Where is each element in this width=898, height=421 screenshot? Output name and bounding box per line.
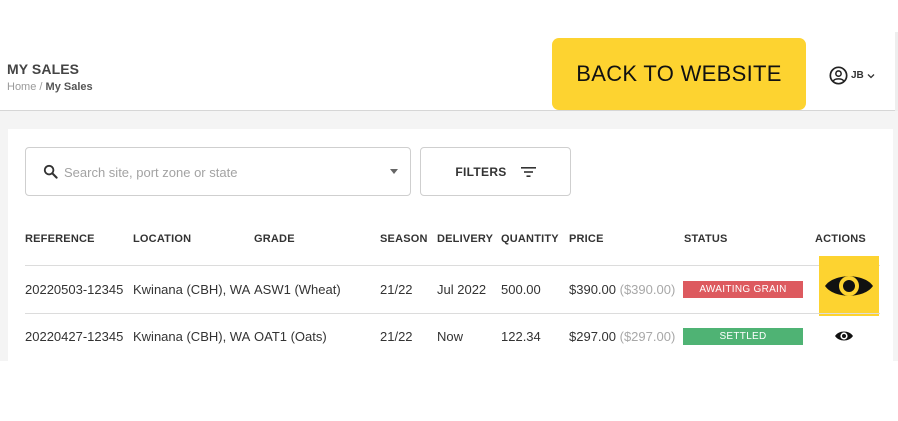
column-header-status[interactable]: STATUS <box>684 233 728 245</box>
price-original: ($390.00) <box>619 282 676 297</box>
price-value: $297.00 <box>569 329 616 344</box>
column-header-grade[interactable]: GRADE <box>254 233 295 245</box>
price-original: ($297.00) <box>619 329 676 344</box>
cell-location: Kwinana (CBH), WA <box>133 329 251 344</box>
cell-quantity: 500.00 <box>501 282 541 297</box>
column-header-location[interactable]: LOCATION <box>133 233 191 245</box>
cell-season: 21/22 <box>380 329 413 344</box>
column-header-quantity[interactable]: QUANTITY <box>501 233 559 245</box>
breadcrumb-separator: / <box>39 81 43 93</box>
breadcrumb-home-link[interactable]: Home <box>7 81 36 93</box>
breadcrumb: Home / My Sales <box>7 81 93 93</box>
account-circle-icon <box>829 66 848 85</box>
price-value: $390.00 <box>569 282 616 297</box>
filter-lines-icon <box>520 166 536 177</box>
page-header: MY SALES Home / My Sales BACK TO WEBSITE… <box>0 32 898 111</box>
table-divider <box>25 313 880 314</box>
user-menu[interactable]: JB <box>829 66 875 85</box>
app: MY SALES Home / My Sales BACK TO WEBSITE… <box>0 0 898 421</box>
cell-reference: 20220503-12345 <box>25 282 124 297</box>
eye-icon[interactable] <box>834 329 854 343</box>
table-divider <box>25 265 880 266</box>
column-header-delivery[interactable]: DELIVERY <box>437 233 493 245</box>
breadcrumb-current: My Sales <box>45 81 93 93</box>
cell-season: 21/22 <box>380 282 413 297</box>
status-badge: SETTLED <box>683 328 803 345</box>
status-badge: AWAITING GRAIN <box>683 281 803 298</box>
chevron-down-icon <box>867 73 875 78</box>
cell-delivery: Now <box>437 329 464 344</box>
search-icon <box>43 164 58 179</box>
cell-price: $297.00 ($297.00) <box>569 329 675 344</box>
view-sale-button[interactable] <box>819 256 879 316</box>
cell-grade: OAT1 (Oats) <box>254 329 327 344</box>
cell-quantity: 122.34 <box>501 329 541 344</box>
page-title: MY SALES <box>7 61 80 77</box>
column-header-actions: ACTIONS <box>815 233 866 245</box>
cell-reference: 20220427-12345 <box>25 329 124 344</box>
filters-label: FILTERS <box>455 164 507 179</box>
cell-location: Kwinana (CBH), WA <box>133 282 251 297</box>
column-header-reference[interactable]: REFERENCE <box>25 233 95 245</box>
cell-grade: ASW1 (Wheat) <box>254 282 341 297</box>
cell-price: $390.00 ($390.00) <box>569 282 675 297</box>
user-initials: JB <box>851 70 864 81</box>
filters-button[interactable]: FILTERS <box>420 147 571 196</box>
search-input[interactable] <box>64 160 364 184</box>
column-header-season[interactable]: SEASON <box>380 233 428 245</box>
search-field[interactable] <box>25 147 411 196</box>
cell-delivery: Jul 2022 <box>437 282 487 297</box>
column-header-price[interactable]: PRICE <box>569 233 604 245</box>
back-to-website-button[interactable]: BACK TO WEBSITE <box>552 38 806 110</box>
eye-icon <box>825 276 873 296</box>
search-dropdown-caret-icon[interactable] <box>390 169 398 174</box>
